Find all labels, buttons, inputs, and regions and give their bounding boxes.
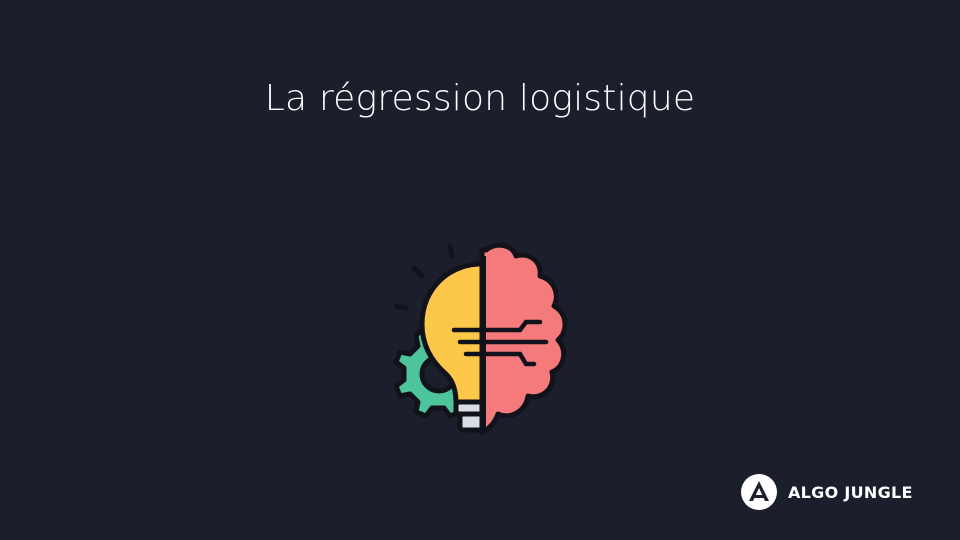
brand-name: ALGO JUNGLE (788, 482, 913, 502)
brand: ALGO JUNGLE (740, 473, 913, 511)
brain-icon (479, 242, 568, 435)
slide: La régression logistique ALGO JUNGLE (0, 0, 960, 540)
algo-jungle-logo-icon (741, 474, 777, 510)
page-title: La régression logistique (264, 78, 696, 119)
brain-lightbulb-gear-icon (393, 242, 568, 435)
